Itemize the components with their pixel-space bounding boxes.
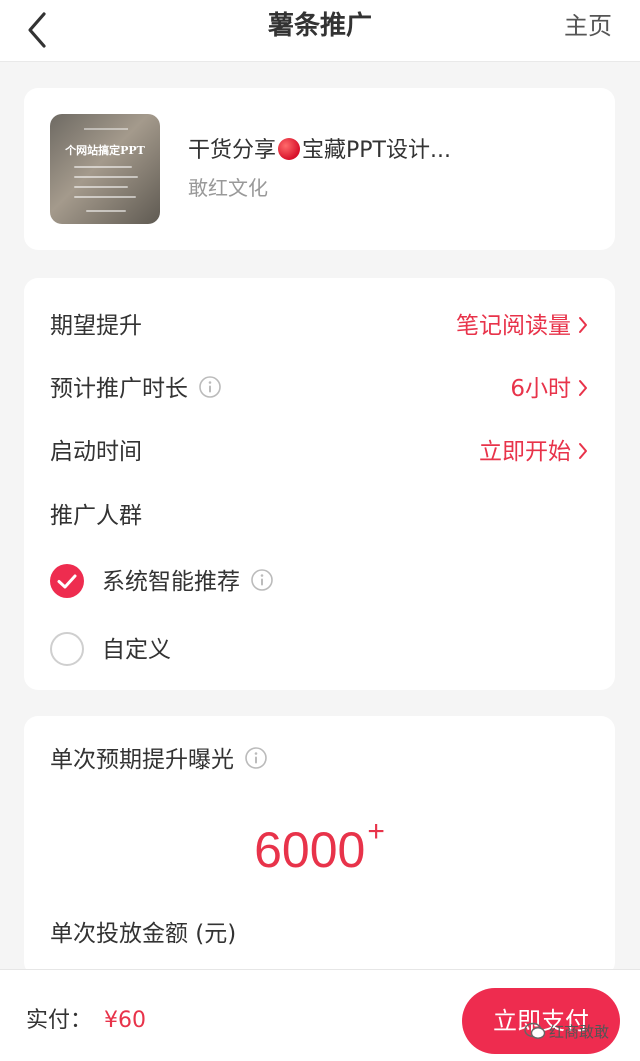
duration-row[interactable]: 预计推广时长 6小时: [50, 369, 589, 409]
red-circle-emoji-icon: [278, 138, 301, 160]
audience-row: 推广人群: [50, 496, 589, 536]
watermark: 红商敢敢: [524, 1022, 609, 1045]
note-author: 敢红文化: [188, 176, 268, 200]
thumbnail-caption: 个网站搞定PPT: [65, 144, 145, 157]
chevron-right-icon: [577, 438, 589, 470]
start-time-label: 启动时间: [50, 439, 142, 465]
pay-label: 实付：: [26, 1008, 93, 1033]
thumbnail-line: [74, 196, 136, 198]
thumbnail-line: [74, 186, 128, 188]
note-title-part1: 干货分享: [188, 138, 277, 163]
home-link[interactable]: 主页: [564, 9, 612, 43]
wechat-icon: [524, 1022, 546, 1045]
duration-value: 6小时: [510, 373, 589, 407]
pay-amount: ¥60: [104, 1008, 146, 1033]
thumbnail-decoration: [84, 128, 128, 130]
duration-value-text: 6小时: [510, 376, 571, 402]
audience-option-label: 系统智能推荐: [102, 566, 274, 601]
page-title: 薯条推广: [267, 11, 372, 41]
goal-value: 笔记阅读量: [456, 310, 589, 344]
goal-value-text: 笔记阅读量: [456, 313, 571, 339]
exposure-row: 单次预期提升曝光: [50, 740, 589, 780]
audience-option-smart[interactable]: 系统智能推荐: [50, 562, 350, 602]
bottom-pay-bar: 实付： ¥60 立即支付: [0, 969, 640, 1061]
promotion-settings-card: 期望提升 笔记阅读量 预计推广时长 6小时 启动时间 立即开始 推广人群 系统智…: [24, 278, 615, 690]
budget-card: 单次预期提升曝光 6000+ 单次投放金额 (元): [24, 716, 615, 976]
exposure-number: 6000: [254, 822, 366, 878]
amount-row: 单次投放金额 (元): [50, 914, 589, 954]
goal-row[interactable]: 期望提升 笔记阅读量: [50, 306, 589, 346]
duration-label-text: 预计推广时长: [50, 376, 188, 402]
exposure-value: 6000+: [24, 800, 615, 882]
radio-checked-icon[interactable]: [50, 564, 84, 598]
audience-option-custom[interactable]: 自定义: [50, 630, 250, 670]
exposure-label: 单次预期提升曝光: [50, 744, 268, 779]
note-thumbnail: 个网站搞定PPT: [50, 114, 160, 224]
radio-unchecked-icon[interactable]: [50, 632, 84, 666]
thumbnail-line: [74, 176, 138, 178]
thumbnail-line: [86, 210, 126, 212]
chevron-right-icon: [577, 375, 589, 407]
chevron-right-icon: [577, 312, 589, 344]
audience-label: 推广人群: [50, 503, 142, 529]
exposure-plus: +: [367, 815, 385, 848]
start-time-row[interactable]: 启动时间 立即开始: [50, 432, 589, 472]
top-nav-bar: 薯条推广 主页: [0, 0, 640, 62]
note-title: 干货分享 宝藏PPT设计...: [188, 136, 451, 166]
note-title-part2: 宝藏PPT设计...: [302, 138, 451, 163]
start-time-value-text: 立即开始: [479, 439, 571, 465]
goal-label: 期望提升: [50, 313, 142, 339]
amount-label: 单次投放金额 (元): [50, 921, 237, 947]
audience-option-smart-text: 系统智能推荐: [102, 569, 240, 595]
info-icon[interactable]: [198, 375, 222, 408]
duration-label: 预计推广时长: [50, 373, 222, 408]
thumbnail-line: [74, 166, 132, 168]
note-card[interactable]: 个网站搞定PPT 干货分享 宝藏PPT设计... 敢红文化: [24, 88, 615, 250]
audience-option-custom-text: 自定义: [102, 637, 171, 663]
exposure-label-text: 单次预期提升曝光: [50, 747, 234, 773]
info-icon[interactable]: [244, 746, 268, 779]
start-time-value: 立即开始: [479, 436, 589, 470]
info-icon[interactable]: [250, 568, 274, 601]
watermark-text: 红商敢敢: [549, 1023, 610, 1041]
